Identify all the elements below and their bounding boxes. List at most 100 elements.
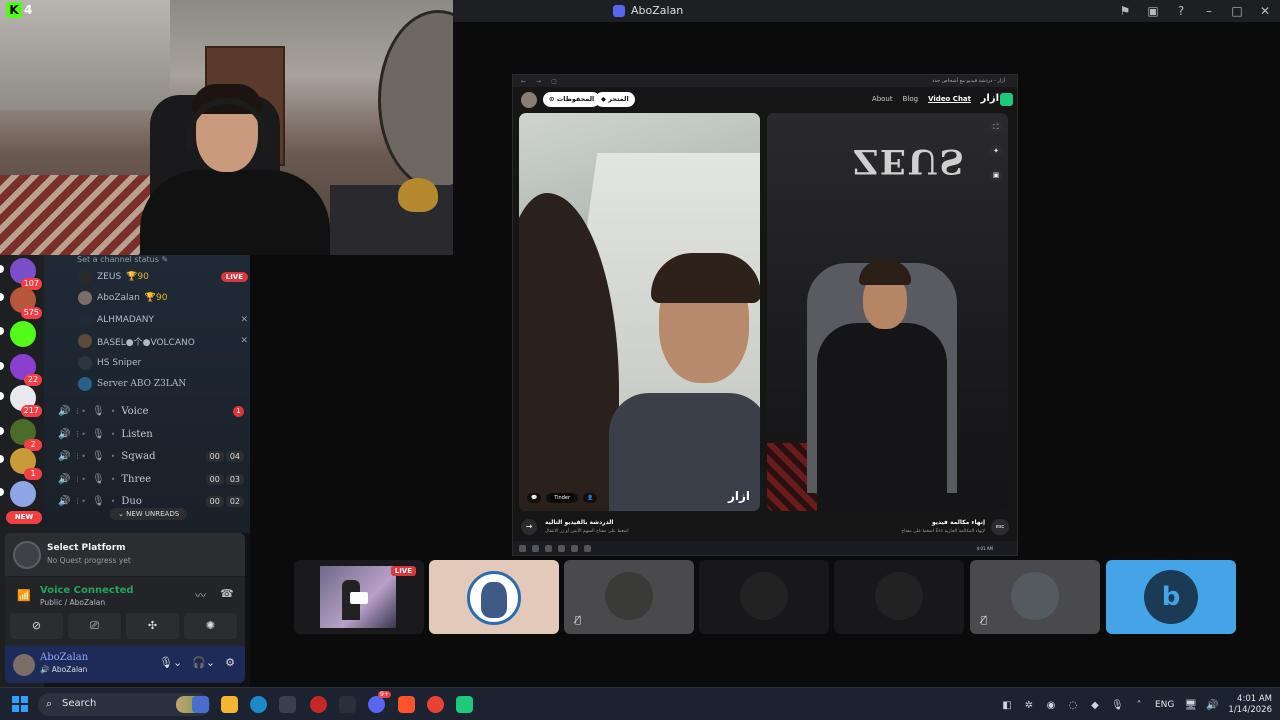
- user-controls: 🎙⌄ 🎧⌄ ⚙: [159, 656, 235, 669]
- user-avatar[interactable]: [13, 654, 35, 676]
- tray-app-icon[interactable]: ◉: [1045, 700, 1057, 711]
- voice-connected-channel[interactable]: Public / AboZalan: [40, 598, 105, 607]
- language-indicator[interactable]: ENG: [1155, 700, 1174, 710]
- person-hair: [859, 261, 911, 285]
- user-display-name[interactable]: AboZalan: [40, 652, 88, 663]
- mic-icon[interactable]: 🎙: [1111, 700, 1124, 711]
- video-controls: ⛶ ✦ ▣: [990, 121, 1002, 181]
- participant-tile[interactable]: [699, 560, 829, 634]
- user-count: 00: [205, 473, 224, 485]
- zeus-sign: ZEUS: [853, 141, 966, 181]
- deafened-icon: ✕: [240, 336, 248, 346]
- voice-user-server-abo-z3lan[interactable]: Server ABO Z3LAN: [78, 375, 248, 393]
- remote-app-icon: [558, 544, 565, 552]
- screen-icon[interactable]: ▣: [1146, 2, 1160, 20]
- voice-channel-sqwad[interactable]: 🔊 ⁞ • 🎙 • Sqwad 00 04: [58, 447, 244, 465]
- server-icon[interactable]: 2: [10, 419, 42, 451]
- server-icon[interactable]: 575: [10, 287, 42, 319]
- new-pill[interactable]: NEW: [6, 511, 42, 524]
- gear-icon[interactable]: ⚙: [225, 656, 235, 669]
- voice-user-basel[interactable]: BASEL●个●VOLCANO ✕: [78, 332, 248, 350]
- server-icon[interactable]: [10, 321, 36, 347]
- next-chat-title: الدردشة بالفيديو التالية: [545, 519, 614, 526]
- next-arrow-icon: →: [521, 519, 537, 535]
- avatar: [78, 334, 92, 348]
- app-icon[interactable]: [310, 696, 327, 713]
- tray-app-icon[interactable]: ◌: [1067, 700, 1079, 711]
- user-max: 03: [225, 473, 244, 485]
- divider-icon: ⁞ •: [76, 451, 86, 461]
- new-unreads-label: NEW UNREADS: [126, 510, 180, 518]
- site-brand: ازار: [980, 93, 999, 104]
- participant-avatar: [875, 572, 923, 620]
- screen-share-button[interactable]: ⎚: [68, 613, 121, 639]
- disconnect-icon[interactable]: ☎: [220, 587, 234, 600]
- maximize-button[interactable]: □: [1230, 2, 1244, 20]
- brave-icon[interactable]: [398, 696, 415, 713]
- store-icon[interactable]: [279, 696, 296, 713]
- voice-channel-listen[interactable]: 🔊 ⁞ • 🎙 • Listen: [58, 425, 244, 443]
- windows-start-button[interactable]: [12, 696, 28, 712]
- voice-channel-voice[interactable]: 🔊 ⁞ • 🎙 • Voice 1: [58, 402, 244, 420]
- voice-user-zeus[interactable]: ZEUS 🏆90 LIVE: [78, 268, 248, 286]
- voice-user-abozalan[interactable]: AboZalan 🏆90: [78, 289, 248, 307]
- edge-icon[interactable]: [250, 696, 267, 713]
- minimize-button[interactable]: –: [1202, 2, 1216, 20]
- window-title: AboZalan: [613, 4, 683, 17]
- remote-app-icon: [532, 544, 539, 552]
- voice-user-alhmadany[interactable]: ALHMADANY ✕: [78, 311, 248, 329]
- tray-app-icon[interactable]: ◧: [1001, 700, 1013, 711]
- participant-avatar: [1011, 572, 1059, 620]
- server-icon[interactable]: 22: [10, 354, 42, 386]
- headphones-icon[interactable]: 🎧⌄: [192, 656, 215, 669]
- volume-icon[interactable]: 🔊: [1206, 700, 1218, 711]
- participant-tile[interactable]: 🎙̸: [970, 560, 1100, 634]
- unread-pip: [0, 488, 4, 496]
- app-icon[interactable]: [339, 696, 356, 713]
- participant-tile[interactable]: [834, 560, 964, 634]
- server-unread-badge: 22: [24, 374, 42, 386]
- quest-subtitle: No Quest progress yet: [47, 556, 131, 565]
- quest-card[interactable]: Select Platform No Quest progress yet: [5, 533, 245, 577]
- channel-status-hint[interactable]: Set a channel status ✎: [77, 255, 168, 264]
- voice-channel-three[interactable]: 🔊 ⁞ • 🎙 • Three 00 03: [58, 470, 244, 488]
- shared-screen[interactable]: ← → ▢ أزار - دردشة فيديو مع أشخاص جدد ⊙ …: [512, 74, 1018, 556]
- divider-icon: ⁞ •: [76, 429, 86, 439]
- participant-tile[interactable]: [429, 560, 559, 634]
- taskbar-search[interactable]: ⌕ Search: [38, 693, 210, 716]
- participant-tile[interactable]: b: [1106, 560, 1236, 634]
- noise-suppression-icon[interactable]: 〰: [195, 587, 206, 603]
- activities-button[interactable]: ✣: [126, 613, 179, 639]
- soundboard-button[interactable]: ✺: [184, 613, 237, 639]
- news-icon[interactable]: [192, 696, 209, 713]
- kick-logo-icon: K: [6, 2, 22, 18]
- flag-icon[interactable]: ⚑: [1118, 2, 1132, 20]
- voice-user-hs-sniper[interactable]: HS Sniper: [78, 354, 248, 372]
- server-icon[interactable]: 1: [10, 448, 42, 480]
- channel-name: Three: [121, 473, 152, 485]
- participant-tile-stream[interactable]: LIVE: [294, 560, 424, 634]
- discord-taskbar-icon[interactable]: 9+: [368, 691, 391, 713]
- azar-icon[interactable]: [456, 696, 473, 713]
- taskbar-clock[interactable]: 4:01 AM 1/14/2026: [1228, 694, 1272, 716]
- help-icon[interactable]: ?: [1174, 2, 1188, 20]
- network-icon[interactable]: 🖥: [1184, 700, 1197, 711]
- close-button[interactable]: ✕: [1258, 2, 1272, 20]
- camera-off-button[interactable]: ⊘: [10, 613, 63, 639]
- avatar: [78, 313, 92, 327]
- new-unreads-button[interactable]: ⌄ NEW UNREADS: [110, 508, 188, 520]
- server-icon[interactable]: 217: [10, 385, 42, 417]
- nvidia-icon[interactable]: ◆: [1089, 700, 1101, 711]
- mic-icon[interactable]: 🎙⌄: [159, 656, 182, 669]
- server-icon[interactable]: 107: [10, 258, 42, 290]
- avatar: [78, 377, 92, 391]
- file-explorer-icon[interactable]: [221, 696, 238, 713]
- signal-icon[interactable]: 📶: [17, 589, 31, 602]
- tray-settings-icon[interactable]: ✲: [1023, 700, 1035, 711]
- chevron-up-icon[interactable]: ˄: [1133, 700, 1145, 711]
- forward-icon: →: [536, 77, 542, 85]
- participant-tile[interactable]: 🎙̸: [564, 560, 694, 634]
- chrome-icon[interactable]: [427, 696, 444, 713]
- server-icon[interactable]: [10, 481, 36, 507]
- user-status: 🔊 AboZalan: [40, 665, 88, 674]
